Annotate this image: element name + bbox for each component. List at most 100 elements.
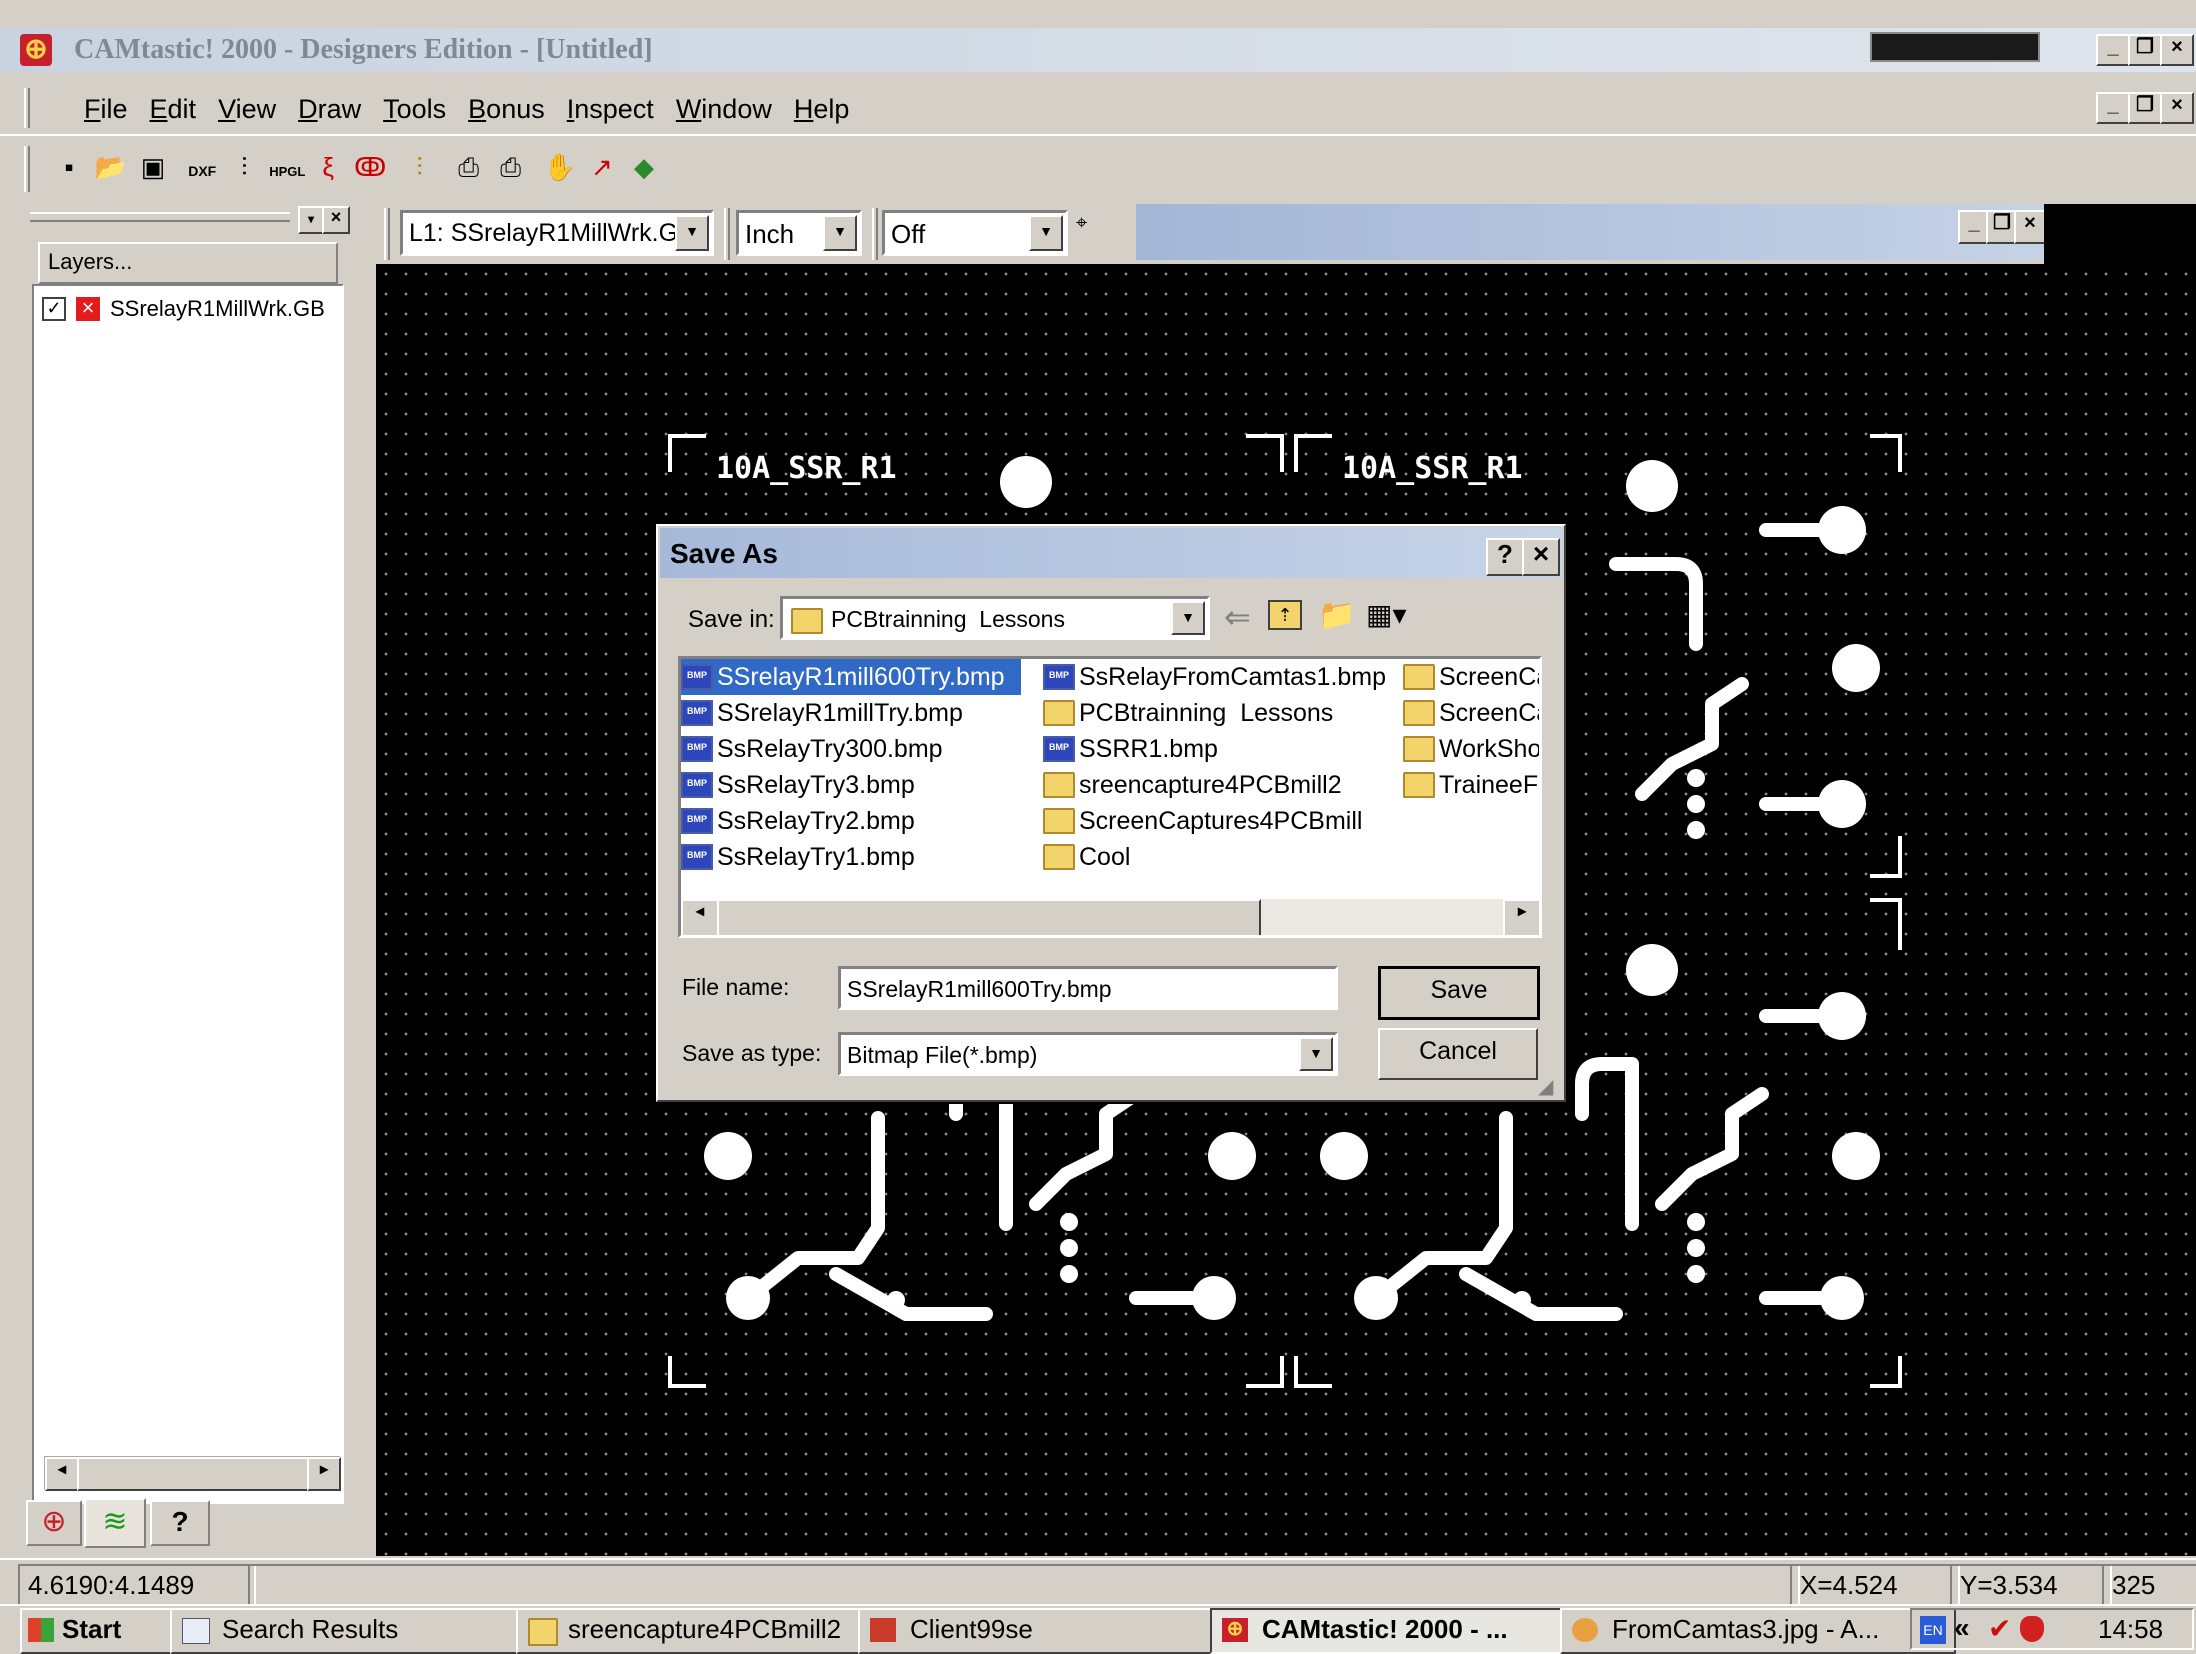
resize-grip-icon[interactable]: ◢ [1538,1074,1553,1099]
print-preview-icon[interactable]: ⎙ [494,150,528,184]
scroll-right-button[interactable]: ▸ [307,1457,341,1491]
minimize-button[interactable]: _ [2096,34,2130,66]
panel-dropdown-button[interactable]: ▾ [298,206,324,234]
windows-logo-icon [28,1618,54,1642]
dialog-help-button[interactable]: ? [1486,538,1524,576]
antivirus-icon[interactable]: ✔ [1988,1612,2011,1645]
view-menu-icon[interactable]: ▦▾ [1366,598,1407,631]
menu-tools[interactable]: Tools [383,94,446,125]
units-select[interactable]: Inch ▼ [736,210,862,256]
list-item[interactable]: BMP SsRelayTry1.bmp [681,839,1021,875]
link-icon[interactable]: ↂ [353,150,387,184]
title-toolbar-icons[interactable] [1870,32,2040,62]
dialog-close-button[interactable]: × [1522,538,1560,576]
panel-close-button[interactable]: × [322,206,350,234]
taskbar-item[interactable]: FromCamtas3.jpg - A... [1560,1608,1956,1654]
list-item[interactable]: ScreenCa [1403,659,1539,695]
chevron-down-icon[interactable]: ▼ [1171,601,1205,635]
expand-tray-icon[interactable]: « [1954,1612,1970,1644]
taskbar-item-active[interactable]: ⊕ CAMtastic! 2000 - ... [1210,1608,1604,1654]
open-folder-icon[interactable]: 📂 [94,150,128,184]
menu-help[interactable]: Help [794,94,850,125]
scroll-thumb[interactable] [717,899,1261,935]
tab-help-icon[interactable]: ? [150,1500,210,1546]
layers-list[interactable]: ✓ × SSrelayR1MillWrk.GB [32,284,344,1504]
file-list-scrollbar[interactable]: ◂ ▸ [681,899,1539,935]
file-list[interactable]: BMP SSrelayR1mill600Try.bmp BMP SSrelayR1m… [678,656,1542,938]
back-arrow-icon[interactable]: ⇐ [1224,598,1251,636]
chevron-down-icon[interactable]: ▼ [823,215,857,251]
list-item[interactable]: BMP SSrelayR1millTry.bmp [681,695,1021,731]
list-item[interactable]: sreencapture4PCBmill2 [1043,767,1403,803]
security-shield-icon[interactable] [2020,1616,2044,1642]
new-folder-icon[interactable]: 📁 [1318,598,1355,633]
3d-view-icon[interactable]: ◆ [627,150,661,184]
mdi-close-button[interactable]: × [2160,92,2194,124]
menu-window[interactable]: Window [676,94,772,125]
list-item[interactable]: BMP SsRelayTry300.bmp [681,731,1021,767]
language-indicator[interactable]: EN [1920,1616,1946,1644]
scroll-right-button[interactable]: ▸ [1503,899,1539,935]
via [1060,1265,1078,1283]
measure-icon[interactable]: ↗ [585,150,619,184]
mdi-restore-button[interactable]: ❐ [2128,92,2162,124]
list-item[interactable]: BMP SsRelayTry3.bmp [681,767,1021,803]
scroll-thumb[interactable] [77,1457,311,1491]
layers-scrollbar[interactable]: ◂ ▸ [44,1456,341,1491]
hpgl-icon[interactable]: HPGL [269,155,305,189]
chevron-down-icon[interactable]: ▼ [1299,1037,1333,1071]
save-button[interactable]: Save [1378,966,1540,1020]
list-item[interactable]: ScreenCaptures4PCBmill [1043,803,1403,839]
list-item[interactable]: Cool [1043,839,1403,875]
chevron-down-icon[interactable]: ▼ [675,215,709,251]
print-icon[interactable]: ⎙ [452,150,486,184]
taskbar-item[interactable]: Search Results [170,1608,564,1654]
cancel-button[interactable]: Cancel [1378,1028,1538,1080]
tab-workspace-icon[interactable]: ⊕ [26,1500,82,1546]
doc-close-button[interactable]: × [2014,210,2046,244]
tab-layers-icon[interactable]: ≋ [84,1498,146,1548]
restore-button[interactable]: ❐ [2128,34,2162,66]
taskbar-item[interactable]: sreencapture4PCBmill2 [516,1608,906,1654]
dxf-dwg-import-icon[interactable]: DXF [185,154,219,188]
scroll-left-button[interactable]: ◂ [681,899,719,935]
list-item[interactable]: BMP SSRR1.bmp [1043,731,1403,767]
scroll-left-button[interactable]: ◂ [45,1457,79,1491]
taskbar-item[interactable]: Client99se [858,1608,1252,1654]
layer-row[interactable]: ✓ × SSrelayR1MillWrk.GB [42,294,325,324]
layer-select[interactable]: L1: SSrelayR1MillWrk.GE ▼ [400,210,714,256]
system-tray: EN « ✔ 14:58 [1910,1608,2194,1650]
save-disk-icon[interactable]: ▣ [136,150,170,184]
list-item[interactable]: WorkSho [1403,731,1539,767]
nc-tool-icon[interactable]: ⫶ [402,150,436,184]
main-toolbar: ▪ 📂 ▣ DXF ⫶ HPGL ξ ↂ ⫶ ⎙ ⎙ ✋ ↗ ◆ [0,140,2196,200]
new-file-icon[interactable]: ▪ [52,150,86,184]
chevron-down-icon[interactable]: ▼ [1029,215,1063,251]
save-type-select[interactable]: Bitmap File(*.bmp) ▼ [838,1032,1338,1076]
menu-draw[interactable]: Draw [298,94,361,125]
file-name-input[interactable]: SSrelayR1mill600Try.bmp [838,966,1338,1010]
snap-options-icon[interactable]: ⌖ [1076,212,1087,235]
list-item[interactable]: BMP SsRelayTry2.bmp [681,803,1021,839]
save-in-select[interactable]: PCBtrainning Lessons ▼ [780,596,1210,640]
list-item[interactable]: PCBtrainning Lessons [1043,695,1403,731]
bmp-file-icon: BMP [1043,664,1075,690]
list-item[interactable]: BMP SSrelayR1mill600Try.bmp [681,659,1021,695]
menu-bonus[interactable]: Bonus [468,94,545,125]
menu-edit[interactable]: Edit [150,94,197,125]
close-button[interactable]: × [2160,34,2194,66]
pan-hand-icon[interactable]: ✋ [543,150,577,184]
list-item[interactable]: ScreenCa [1403,695,1539,731]
menu-inspect[interactable]: Inspect [567,94,654,125]
menu-view[interactable]: View [218,94,276,125]
netlist-icon[interactable]: ξ [311,150,345,184]
list-item[interactable]: BMP SsRelayFromCamtas1.bmp [1043,659,1403,695]
snap-select[interactable]: Off ▼ [882,210,1068,256]
layer-visible-checkbox[interactable]: ✓ [42,297,66,321]
up-folder-icon[interactable]: ⇡ [1268,600,1302,630]
drill-icon[interactable]: ⫶ [227,150,261,184]
start-button[interactable]: Start [20,1608,184,1654]
list-item[interactable]: TraineeF [1403,767,1539,803]
mdi-minimize-button[interactable]: _ [2096,92,2130,124]
menu-file[interactable]: File [84,94,128,125]
